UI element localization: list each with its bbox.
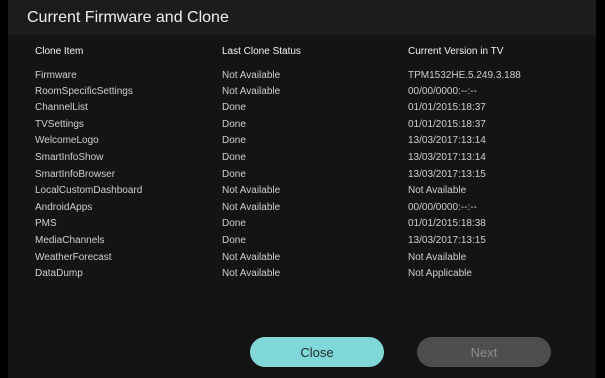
- status-cell: Not Available: [222, 252, 281, 263]
- clone-table-panel: Clone Item Last Clone Status Current Ver…: [8, 35, 596, 378]
- table-row: LocalCustomDashboard Not Available Not A…: [8, 184, 596, 201]
- version-cell: 01/01/2015:18:38: [408, 218, 486, 229]
- clone-item-cell: SmartInfoBrowser: [35, 169, 116, 180]
- table-row: WelcomeLogo Done 13/03/2017:13:14: [8, 134, 596, 151]
- version-cell: Not Applicable: [408, 268, 472, 279]
- header-current-version: Current Version in TV: [408, 46, 504, 57]
- table-row: Firmware Not Available TPM1532HE.5.249.3…: [8, 69, 596, 86]
- clone-item-cell: WeatherForecast: [35, 252, 112, 263]
- clone-item-cell: LocalCustomDashboard: [35, 185, 143, 196]
- status-cell: Not Available: [222, 268, 281, 279]
- dialog-title: Current Firmware and Clone: [27, 9, 229, 26]
- version-cell: 13/03/2017:13:14: [408, 152, 486, 163]
- status-cell: Done: [222, 169, 246, 180]
- table-row: AndroidApps Not Available 00/00/0000:--:…: [8, 201, 596, 218]
- status-cell: Done: [222, 119, 246, 130]
- clone-item-cell: PMS: [35, 218, 57, 229]
- header-last-clone-status: Last Clone Status: [222, 46, 301, 57]
- table-row: ChannelList Done 01/01/2015:18:37: [8, 101, 596, 118]
- version-cell: 13/03/2017:13:15: [408, 169, 486, 180]
- version-cell: 01/01/2015:18:37: [408, 119, 486, 130]
- clone-item-cell: WelcomeLogo: [35, 135, 99, 146]
- status-cell: Not Available: [222, 202, 281, 213]
- version-cell: 00/00/0000:--:--: [408, 202, 477, 213]
- status-cell: Not Available: [222, 70, 281, 81]
- table-row: SmartInfoShow Done 13/03/2017:13:14: [8, 151, 596, 168]
- status-cell: Done: [222, 152, 246, 163]
- clone-item-cell: DataDump: [35, 268, 83, 279]
- version-cell: Not Available: [408, 185, 467, 196]
- clone-item-cell: AndroidApps: [35, 202, 93, 213]
- table-row: SmartInfoBrowser Done 13/03/2017:13:15: [8, 168, 596, 185]
- next-button[interactable]: Next: [417, 337, 551, 367]
- version-cell: 00/00/0000:--:--: [408, 86, 477, 97]
- table-row: RoomSpecificSettings Not Available 00/00…: [8, 85, 596, 102]
- table-row: PMS Done 01/01/2015:18:38: [8, 217, 596, 234]
- status-cell: Done: [222, 218, 246, 229]
- version-cell: 01/01/2015:18:37: [408, 102, 486, 113]
- version-cell: 13/03/2017:13:15: [408, 235, 486, 246]
- header-clone-item: Clone Item: [35, 46, 84, 57]
- clone-item-cell: SmartInfoShow: [35, 152, 104, 163]
- table-row: WeatherForecast Not Available Not Availa…: [8, 251, 596, 268]
- status-cell: Not Available: [222, 185, 281, 196]
- title-bar: Current Firmware and Clone: [8, 0, 596, 35]
- status-cell: Done: [222, 102, 246, 113]
- clone-item-cell: TVSettings: [35, 119, 84, 130]
- clone-item-cell: RoomSpecificSettings: [35, 86, 133, 97]
- status-cell: Done: [222, 135, 246, 146]
- version-cell: TPM1532HE.5.249.3.188: [408, 70, 521, 81]
- clone-item-cell: ChannelList: [35, 102, 88, 113]
- clone-item-cell: Firmware: [35, 70, 77, 81]
- status-cell: Done: [222, 235, 246, 246]
- version-cell: 13/03/2017:13:14: [408, 135, 486, 146]
- table-row: TVSettings Done 01/01/2015:18:37: [8, 118, 596, 135]
- version-cell: Not Available: [408, 252, 467, 263]
- status-cell: Not Available: [222, 86, 281, 97]
- clone-dialog: Current Firmware and Clone Clone Item La…: [8, 0, 596, 378]
- table-row: DataDump Not Available Not Applicable: [8, 267, 596, 284]
- table-row: MediaChannels Done 13/03/2017:13:15: [8, 234, 596, 251]
- table-header: Clone Item Last Clone Status Current Ver…: [8, 45, 596, 62]
- close-button[interactable]: Close: [250, 337, 384, 367]
- clone-item-cell: MediaChannels: [35, 235, 105, 246]
